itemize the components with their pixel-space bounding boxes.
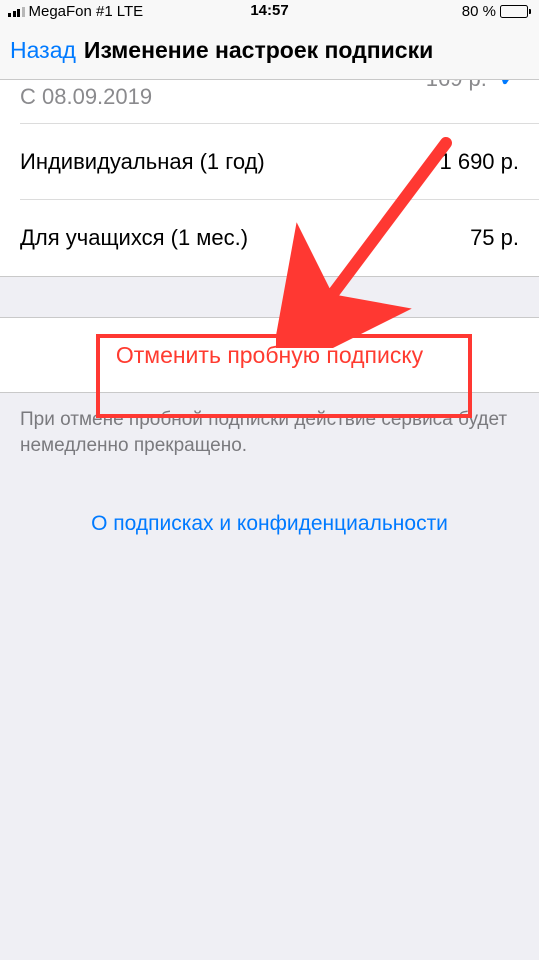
option-student-price: 75 р.	[470, 225, 519, 251]
status-bar: MegaFon #1 LTE 14:57 80 %	[0, 0, 539, 22]
option-student[interactable]: Для учащихся (1 мес.) 75 р.	[0, 200, 539, 276]
network-label: LTE	[117, 3, 143, 20]
option-individual-label: Индивидуальная (1 год)	[20, 149, 265, 175]
clock: 14:57	[250, 2, 288, 19]
option-current-sublabel: С 08.09.2019	[20, 84, 152, 110]
back-button[interactable]: Назад	[10, 37, 76, 64]
page-title: Изменение настроек подписки	[84, 37, 433, 64]
cancel-subscription-button[interactable]: Отменить пробную подписку	[0, 318, 539, 392]
option-current-price: 169 р.	[426, 80, 487, 92]
subscription-options-list: С 08.09.2019 169 р. ✓ Индивидуальная (1 …	[0, 80, 539, 277]
option-current[interactable]: С 08.09.2019 169 р. ✓	[0, 80, 539, 124]
option-individual-price: 1 690 р.	[439, 149, 519, 175]
cancel-subscription-label: Отменить пробную подписку	[116, 342, 423, 369]
battery-percent: 80 %	[462, 3, 496, 20]
checkmark-icon: ✓	[499, 80, 519, 93]
option-individual[interactable]: Индивидуальная (1 год) 1 690 р.	[0, 124, 539, 200]
back-label: Назад	[10, 37, 76, 64]
battery-icon	[500, 5, 531, 18]
carrier-label: MegaFon #1	[29, 3, 113, 20]
cancel-section: Отменить пробную подписку	[0, 317, 539, 393]
option-student-label: Для учащихся (1 мес.)	[20, 225, 248, 251]
navigation-bar: Назад Изменение настроек подписки	[0, 22, 539, 80]
cancel-footnote: При отмене пробной подписки действие сер…	[0, 393, 539, 472]
privacy-link[interactable]: О подписках и конфиденциальности	[91, 512, 448, 536]
signal-icon	[8, 5, 25, 17]
